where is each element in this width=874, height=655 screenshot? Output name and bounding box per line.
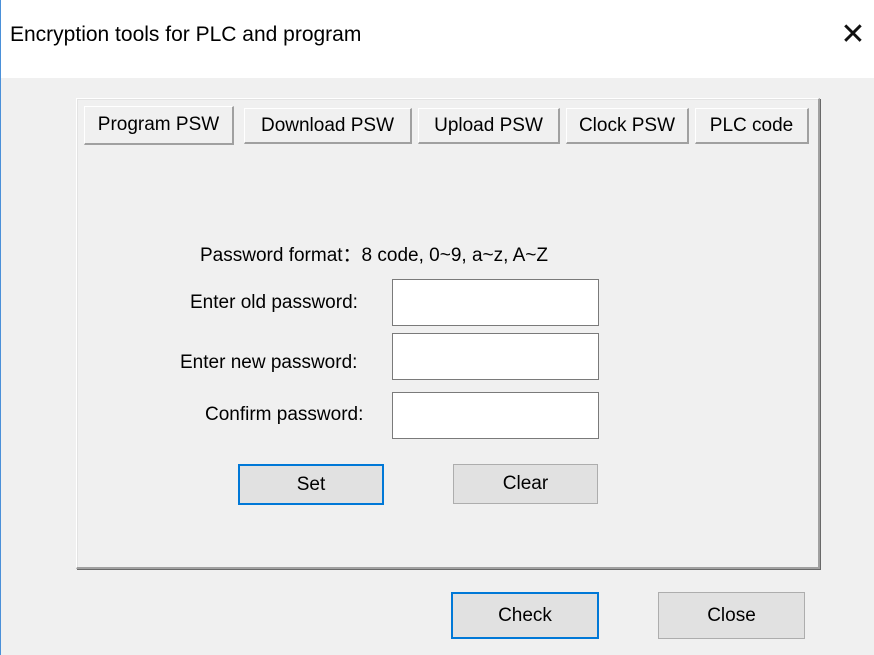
old-password-label: Enter old password:: [190, 292, 358, 313]
old-password-input[interactable]: [392, 279, 599, 326]
new-password-input[interactable]: [392, 333, 599, 380]
window-title: Encryption tools for PLC and program: [10, 23, 362, 46]
close-button[interactable]: Close: [658, 592, 805, 639]
title-bar: Encryption tools for PLC and program ✕: [1, 0, 874, 78]
tab-download-psw[interactable]: Download PSW: [244, 108, 412, 144]
new-password-label: Enter new password:: [180, 352, 358, 373]
confirm-password-label: Confirm password:: [205, 404, 364, 425]
tab-plc-code[interactable]: PLC code: [695, 108, 809, 144]
clear-button[interactable]: Clear: [453, 464, 598, 504]
set-button[interactable]: Set: [238, 464, 384, 505]
password-format-hint: Password format：8 code, 0~9, a~z, A~Z: [200, 245, 548, 266]
confirm-password-input[interactable]: [392, 392, 599, 439]
tab-upload-psw[interactable]: Upload PSW: [418, 108, 560, 144]
tab-program-psw[interactable]: Program PSW: [84, 106, 234, 145]
check-button[interactable]: Check: [451, 592, 599, 639]
close-icon[interactable]: ✕: [836, 18, 870, 52]
tab-clock-psw[interactable]: Clock PSW: [566, 108, 689, 144]
dialog-window: Encryption tools for PLC and program ✕ P…: [0, 0, 874, 655]
